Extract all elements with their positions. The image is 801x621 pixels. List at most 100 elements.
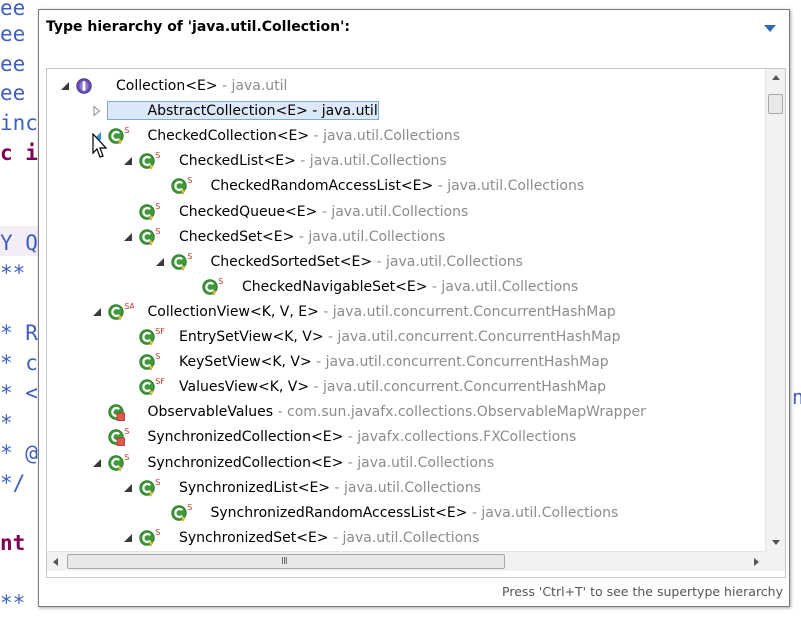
expand-arrow-icon[interactable] [91,105,103,117]
type-name: CollectionView<K, V, E> [147,303,319,320]
tree-item-label: CheckedRandomAccessList<E> - java.util.C… [211,174,585,198]
tree-item[interactable]: SF EntrySetView<K, V> - java.util.concurr… [47,325,765,349]
collapse-arrow-icon[interactable] [122,231,134,243]
tree-item[interactable]: S CheckedSortedSet<E> - java.util.Collect… [47,250,765,274]
tree-item[interactable]: S SynchronizedCollection<E> - javafx.coll… [47,425,765,449]
tree-item[interactable]: S SynchronizedRandomAccessList<E> - java.… [47,501,765,525]
type-name: ObservableValues [147,404,274,421]
tree-item[interactable]: S SynchronizedList<E> - java.util.Collect… [47,476,765,500]
hierarchy-tree-frame: Collection<E> - java.utilAAbstractCollec… [46,68,786,578]
type-name: AbstractCollection<E> [147,103,308,120]
class-icon: S [139,528,160,547]
editor-line: nt [0,531,26,555]
type-name: SynchronizedCollection<E> [147,429,344,446]
tree-item[interactable]: S CheckedNavigableSet<E> - java.util.Coll… [47,275,765,299]
package-name: - java.util.Collections [295,153,447,170]
collapse-arrow-icon[interactable] [154,256,166,268]
tree-item-label: CheckedNavigableSet<E> - java.util.Colle… [242,275,578,299]
type-name: Collection<E> [116,78,218,94]
tree-item[interactable]: S CheckedQueue<E> - java.util.Collections [47,200,765,224]
svg-text:S: S [155,528,160,537]
collapse-arrow-icon[interactable] [91,457,103,469]
mouse-pointer-icon [92,133,108,158]
svg-text:S: S [155,202,160,211]
type-name: CheckedSet<E> [179,228,295,245]
tree-item-label: ValuesView<K, V> - java.util.concurrent.… [179,375,606,399]
collapse-arrow-icon[interactable] [122,482,134,494]
editor-right-edge-glyph: n [792,385,801,409]
svg-text:SA: SA [124,302,134,311]
tree-item[interactable]: S SynchronizedCollection<E> - java.util.C… [47,451,765,475]
svg-text:S: S [218,277,223,286]
editor-line: */ [0,471,26,495]
tree-item[interactable]: S CheckedList<E> - java.util.Collections [47,149,765,173]
class-icon: SA [107,302,134,321]
type-name: SynchronizedSet<E> [179,529,329,546]
tree-item-label: CheckedList<E> - java.util.Collections [179,149,447,173]
tree-item[interactable]: S SynchronizedSet<E> - java.util.Collecti… [47,526,765,550]
editor-line: * c [0,351,38,375]
tree-item-label: CheckedSet<E> - java.util.Collections [179,225,445,249]
package-name: - java.util.Collections [330,479,481,496]
tree-item[interactable]: SF ValuesView<K, V> - java.util.concurren… [47,375,765,399]
tree-item-label: CheckedQueue<E> - java.util.Collections [179,200,468,224]
tree-item[interactable]: Collection<E> - java.util [47,74,765,98]
view-menu-chevron-down-icon[interactable] [763,23,777,33]
popup-title: Type hierarchy of 'java.util.Collection'… [46,19,351,35]
tree-item-label: CheckedSortedSet<E> - java.util.Collecti… [211,250,523,274]
svg-text:S: S [124,453,129,462]
editor-line: * < [0,381,38,405]
class-icon: S [139,352,160,371]
collapse-arrow-icon[interactable] [91,306,103,318]
hierarchy-tree[interactable]: Collection<E> - java.utilAAbstractCollec… [47,69,765,551]
collapse-arrow-icon[interactable] [122,155,134,167]
svg-text:S: S [155,352,160,361]
tree-item-label: ObservableValues - com.sun.javafx.collec… [148,400,646,424]
type-name: CheckedSortedSet<E> [210,253,373,270]
editor-line: inc [0,111,38,135]
horizontal-scroll-thumb[interactable]: III [67,554,505,569]
class-icon: SF [139,377,165,397]
type-name: CheckedList<E> [179,153,296,170]
package-name: - java.util.concurrent.ConcurrentHashMap [311,354,609,371]
scroll-right-arrow-icon[interactable] [747,552,765,572]
tree-item[interactable]: S CheckedSet<E> - java.util.Collections [47,225,765,249]
vertical-scroll-thumb[interactable] [768,94,783,114]
tree-item[interactable]: AAbstractCollection<E> - java.util [47,99,765,123]
package-name: - java.util [217,78,288,94]
type-name: EntrySetView<K, V> [179,329,324,345]
type-name: CheckedRandomAccessList<E> [210,178,434,195]
tree-item[interactable]: S CheckedRandomAccessList<E> - java.util.… [47,174,765,198]
class-icon: S [170,252,192,271]
package-name: - java.util.Collections [427,278,579,295]
package-name: - java.util.concurrent.ConcurrentHashMap [318,303,616,320]
tree-item[interactable]: S KeySetView<K, V> - java.util.concurrent… [47,350,765,374]
editor-line: * R [0,321,38,345]
package-name: - java.util.Collections [294,228,446,245]
editor-line: * [0,411,13,435]
horizontal-scrollbar[interactable]: III [47,551,765,571]
type-name: ValuesView<K, V> [179,379,310,396]
tree-item[interactable]: ObservableValues - com.sun.javafx.collec… [47,400,765,424]
svg-text:S: S [187,177,192,186]
type-name: SynchronizedRandomAccessList<E> [210,504,468,521]
class-icon: S [107,453,129,472]
scroll-left-arrow-icon[interactable] [47,552,65,572]
private-class-icon [107,404,125,422]
collapse-arrow-icon[interactable] [122,532,134,544]
class-icon: S [139,478,160,497]
class-icon: S [139,202,160,221]
scroll-up-arrow-icon[interactable] [766,69,786,87]
tree-item[interactable]: SA CollectionView<K, V, E> - java.util.co… [47,300,765,324]
scroll-down-arrow-icon[interactable] [766,533,786,551]
svg-text:S: S [187,503,192,512]
class-icon: S [202,277,223,296]
package-name: - java.util.Collections [372,253,523,270]
tree-item-label: AbstractCollection<E> - java.util [148,99,378,123]
tree-item[interactable]: S CheckedCollection<E> - java.util.Collec… [47,124,765,148]
svg-text:SF: SF [155,377,165,386]
vertical-scrollbar[interactable] [765,69,785,551]
tree-item-label: EntrySetView<K, V> - java.util.concurren… [179,325,621,349]
private-class-icon: S [107,428,129,447]
collapse-arrow-icon[interactable] [59,80,71,92]
